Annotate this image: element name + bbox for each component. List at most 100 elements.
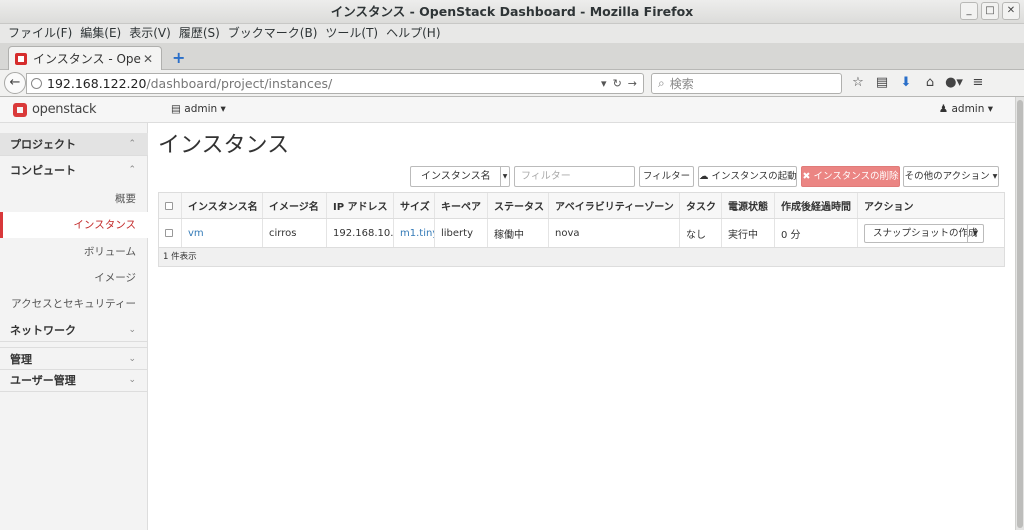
bookmark-star-icon[interactable]: ☆	[848, 73, 868, 93]
col-header-az[interactable]: アベイラビリティーゾーン	[549, 193, 680, 218]
menu-help[interactable]: ヘルプ(H)	[382, 24, 444, 43]
col-header-actions: アクション	[864, 202, 914, 213]
window-titlebar: インスタンス - OpenStack Dashboard - Mozilla F…	[0, 0, 1024, 24]
launch-instance-button[interactable]: ☁ インスタンスの起動	[698, 166, 797, 187]
sidebar-group-compute-label: コンピュート	[10, 164, 76, 177]
col-header-size[interactable]: サイズ	[394, 193, 435, 218]
chevron-down-icon[interactable]: ▾	[601, 77, 607, 90]
filter-button[interactable]: フィルター	[639, 166, 694, 187]
search-input[interactable]: ⌕ 検索	[651, 73, 842, 94]
tab-bar: インスタンス - Open... ✕ +	[0, 43, 1024, 70]
arrow-right-icon[interactable]: →	[628, 77, 637, 90]
sidebar-item-images[interactable]: イメージ	[0, 265, 148, 291]
more-actions-button[interactable]: その他のアクション ▾	[903, 166, 999, 187]
col-header-task[interactable]: タスク	[680, 193, 722, 218]
back-arrow-icon[interactable]: ←	[4, 72, 26, 94]
instance-name-link[interactable]: vm	[182, 219, 263, 247]
openstack-favicon-icon	[15, 52, 27, 65]
openstack-logo-icon	[13, 102, 27, 117]
instance-age: 0 分	[775, 219, 858, 247]
search-placeholder: 検索	[669, 77, 694, 91]
select-all-checkbox[interactable]	[165, 201, 173, 210]
tab-title: インスタンス - Open...	[33, 52, 141, 66]
instance-size-link[interactable]: m1.tiny	[394, 219, 435, 247]
launch-instance-label: インスタンスの起動	[711, 171, 797, 182]
scrollbar-thumb[interactable]	[1017, 100, 1023, 528]
url-path: /dashboard/project/instances/	[146, 76, 333, 91]
col-header-keypair[interactable]: キーペア	[435, 193, 488, 218]
col-header-image[interactable]: イメージ名	[263, 193, 327, 218]
chevron-down-icon: ⌄	[128, 325, 136, 335]
menu-tools[interactable]: ツール(T)	[321, 24, 382, 43]
menu-edit[interactable]: 編集(E)	[76, 24, 125, 43]
col-header-name[interactable]: インスタンス名	[182, 193, 263, 218]
navigation-bar: ← 192.168.122.20/dashboard/project/insta…	[0, 70, 1024, 97]
sidebar: プロジェクト ⌃ コンピュート ⌃ 概要 インスタンス ボリューム イメージ ア…	[0, 123, 148, 530]
url-bar[interactable]: 192.168.122.20/dashboard/project/instanc…	[26, 73, 644, 94]
instance-image: cirros	[263, 219, 327, 247]
menu-bookmarks[interactable]: ブックマーク(B)	[224, 24, 322, 43]
url-host: 192.168.122.20	[47, 76, 147, 91]
caret-down-icon[interactable]: ▼	[967, 224, 983, 242]
minimize-button[interactable]: _	[960, 2, 978, 20]
project-dropdown[interactable]: ▤ admin ▾	[171, 103, 226, 115]
pocket-icon[interactable]: ●▾	[944, 73, 964, 93]
col-header-status[interactable]: ステータス	[488, 193, 549, 218]
sidebar-group-network-label: ネットワーク	[10, 324, 76, 337]
close-window-button[interactable]: ✕	[1002, 2, 1020, 20]
sidebar-group-network[interactable]: ネットワーク ⌄	[0, 319, 148, 342]
instances-table: インスタンス名 イメージ名 IP アドレス サイズ キーペア ステータス アベイ…	[158, 192, 1005, 267]
sidebar-group-compute[interactable]: コンピュート ⌃	[0, 159, 148, 182]
user-dropdown[interactable]: ♟ admin ▾	[939, 103, 993, 115]
page-scrollbar[interactable]	[1015, 97, 1024, 530]
instance-task: なし	[680, 219, 722, 247]
caret-down-icon: ▾	[987, 103, 993, 115]
menu-file[interactable]: ファイル(F)	[4, 24, 76, 43]
delete-instances-button[interactable]: ✖ インスタンスの削除	[801, 166, 900, 187]
user-icon: ♟	[938, 103, 949, 115]
sidebar-item-overview[interactable]: 概要	[0, 186, 148, 212]
menu-view[interactable]: 表示(V)	[125, 24, 175, 43]
col-header-ip[interactable]: IP アドレス	[327, 193, 394, 218]
tab-close-icon[interactable]: ✕	[141, 52, 155, 66]
filter-field-select[interactable]: インスタンス名 ▼	[410, 166, 510, 187]
sidebar-group-identity-label: ユーザー管理	[10, 374, 76, 387]
instance-status: 稼働中	[488, 219, 549, 247]
sidebar-group-identity[interactable]: ユーザー管理 ⌄	[0, 369, 148, 392]
download-icon[interactable]: ⬇	[896, 73, 916, 93]
globe-icon	[31, 78, 42, 89]
hamburger-menu-icon[interactable]: ≡	[968, 73, 988, 93]
col-header-age[interactable]: 作成後経過時間	[775, 193, 858, 218]
caret-down-icon: ▾	[992, 171, 998, 182]
instance-keypair: liberty	[435, 219, 488, 247]
filter-input[interactable]: フィルター	[514, 166, 635, 187]
openstack-logo[interactable]: openstack	[13, 102, 97, 117]
sidebar-item-volumes[interactable]: ボリューム	[0, 239, 148, 265]
sidebar-item-instances[interactable]: インスタンス	[0, 212, 148, 238]
chevron-up-icon: ⌃	[128, 165, 136, 175]
table-row: vm cirros 192.168.10.52 m1.tiny liberty …	[159, 219, 1004, 248]
maximize-button[interactable]: □	[981, 2, 999, 20]
row-select-cell	[159, 219, 182, 247]
table-footer: 1 件表示	[159, 248, 1004, 266]
reload-icon[interactable]: ↻	[613, 77, 622, 90]
sidebar-group-admin[interactable]: 管理 ⌄	[0, 347, 148, 370]
home-icon[interactable]: ⌂	[920, 73, 940, 93]
menu-history[interactable]: 履歴(S)	[175, 24, 224, 43]
create-snapshot-button[interactable]: スナップショットの作成 ▼	[864, 223, 984, 243]
browser-tab[interactable]: インスタンス - Open... ✕	[8, 46, 162, 70]
openstack-header: openstack ▤ admin ▾ ♟ admin ▾	[0, 97, 1015, 123]
sidebar-group-project[interactable]: プロジェクト ⌃	[0, 133, 148, 156]
col-header-power[interactable]: 電源状態	[722, 193, 775, 218]
caret-down-icon: ▼	[500, 167, 509, 186]
row-checkbox[interactable]	[165, 229, 173, 237]
instance-az: nova	[549, 219, 680, 247]
close-icon: ✖	[802, 171, 811, 182]
page-title: インスタンス	[158, 133, 290, 158]
reading-list-icon[interactable]: ▤	[872, 73, 892, 93]
project-dropdown-label: admin	[184, 103, 218, 115]
select-all-cell	[159, 193, 182, 218]
new-tab-icon[interactable]: +	[172, 48, 185, 67]
logo-text: openstack	[32, 102, 97, 117]
sidebar-item-access-security[interactable]: アクセスとセキュリティー	[0, 291, 148, 317]
